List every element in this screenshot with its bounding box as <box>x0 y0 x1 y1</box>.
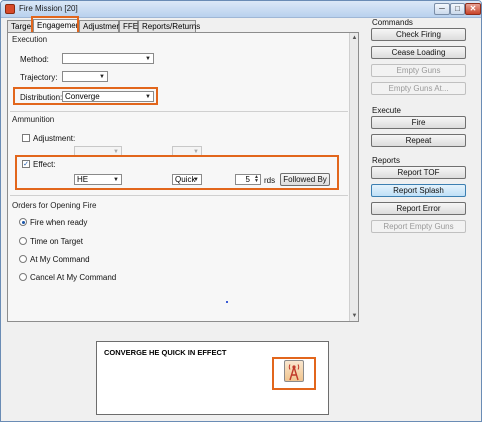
radio-time-on-target[interactable] <box>19 237 27 245</box>
divider <box>10 111 348 112</box>
window-title: Fire Mission [20] <box>19 4 78 13</box>
report-splash-button[interactable]: Report Splash <box>371 184 466 197</box>
reports-section-label: Reports <box>372 156 401 165</box>
ammunition-section-label: Ammunition <box>12 115 55 124</box>
chevron-down-icon: ▼ <box>113 177 119 183</box>
focus-dot <box>226 301 228 303</box>
option-at-my-command[interactable]: At My Command <box>30 255 90 264</box>
empty-guns-at-button[interactable]: Empty Guns At... <box>371 82 466 95</box>
message-area: CONVERGE HE QUICK IN EFFECT <box>7 322 359 419</box>
radio-tower-icon <box>288 364 300 381</box>
tab-engagement[interactable]: Engagement <box>33 19 82 33</box>
chevron-down-icon: ▼ <box>145 94 151 100</box>
minimize-button[interactable]: ─ <box>434 3 450 15</box>
check-firing-button[interactable]: Check Firing <box>371 28 466 41</box>
adjustment-label: Adjustment: <box>33 134 76 143</box>
fire-mission-window: Fire Mission [20] ─ □ ✕ Target Engagemen… <box>0 0 482 422</box>
effect-fuze-dropdown[interactable]: Quick ▼ <box>172 174 202 185</box>
effect-label: Effect: <box>33 160 56 169</box>
fire-button[interactable]: Fire <box>371 116 466 129</box>
effect-checkbox[interactable]: ✓ <box>22 160 30 168</box>
maximize-button[interactable]: □ <box>450 3 465 15</box>
scroll-down-icon[interactable]: ▼ <box>351 312 358 320</box>
orders-section-label: Orders for Opening Fire <box>12 201 97 210</box>
option-fire-when-ready[interactable]: Fire when ready <box>30 218 87 227</box>
trajectory-label: Trajectory: <box>20 73 58 82</box>
chevron-down-icon: ▼ <box>193 149 199 155</box>
adjustment-checkbox[interactable] <box>22 134 30 142</box>
close-button[interactable]: ✕ <box>465 3 481 15</box>
report-tof-button[interactable]: Report TOF <box>371 166 466 179</box>
method-label: Method: <box>20 55 49 64</box>
adjustment-shell-dropdown[interactable]: ▼ <box>74 146 122 157</box>
report-error-button[interactable]: Report Error <box>371 202 466 215</box>
stepper-arrows-icon[interactable]: ▲ ▼ <box>254 175 259 184</box>
rounds-value: 5 <box>245 175 250 184</box>
rds-label: rds <box>264 176 276 185</box>
title-bar[interactable]: Fire Mission [20] ─ □ ✕ <box>1 1 481 18</box>
empty-guns-button[interactable]: Empty Guns <box>371 64 466 77</box>
scroll-up-icon[interactable]: ▲ <box>351 34 358 42</box>
distribution-dropdown[interactable]: Converge ▼ <box>62 91 154 102</box>
method-dropdown[interactable]: ▼ <box>62 53 154 64</box>
effect-shell-dropdown[interactable]: HE ▼ <box>74 174 122 185</box>
radio-fire-when-ready[interactable] <box>19 218 27 226</box>
effect-shell-value: HE <box>77 175 89 184</box>
execute-section-label: Execute <box>372 106 401 115</box>
mission-summary-text: CONVERGE HE QUICK IN EFFECT <box>104 348 227 357</box>
followed-by-button[interactable]: Followed By <box>280 173 330 186</box>
repeat-button[interactable]: Repeat <box>371 134 466 147</box>
distribution-value: Converge <box>65 92 100 101</box>
report-empty-guns-button[interactable]: Report Empty Guns <box>371 220 466 233</box>
adjustment-fuze-dropdown[interactable]: ▼ <box>172 146 202 157</box>
radio-cancel-at-my-command[interactable] <box>19 273 27 281</box>
execution-section-label: Execution <box>12 35 48 44</box>
app-icon <box>5 4 15 14</box>
option-time-on-target[interactable]: Time on Target <box>30 237 83 246</box>
transmit-button[interactable] <box>284 360 304 382</box>
rounds-stepper[interactable]: 5 ▲ ▼ <box>235 174 261 185</box>
option-cancel-at-my-command[interactable]: Cancel At My Command <box>30 273 116 282</box>
chevron-down-icon: ▼ <box>99 74 105 80</box>
trajectory-dropdown[interactable]: ▼ <box>62 71 108 82</box>
engagement-panel: ▲ ▼ Execution Method: ▼ Trajectory: ▼ Di… <box>7 32 359 322</box>
cease-loading-button[interactable]: Cease Loading <box>371 46 466 59</box>
chevron-down-icon: ▼ <box>113 149 119 155</box>
chevron-down-icon: ▼ <box>193 177 199 183</box>
radio-at-my-command[interactable] <box>19 255 27 263</box>
divider <box>10 195 348 196</box>
commands-section-label: Commands <box>372 18 413 27</box>
vertical-scrollbar[interactable]: ▲ ▼ <box>349 33 358 321</box>
distribution-label: Distribution: <box>20 93 63 102</box>
chevron-down-icon: ▼ <box>145 56 151 62</box>
